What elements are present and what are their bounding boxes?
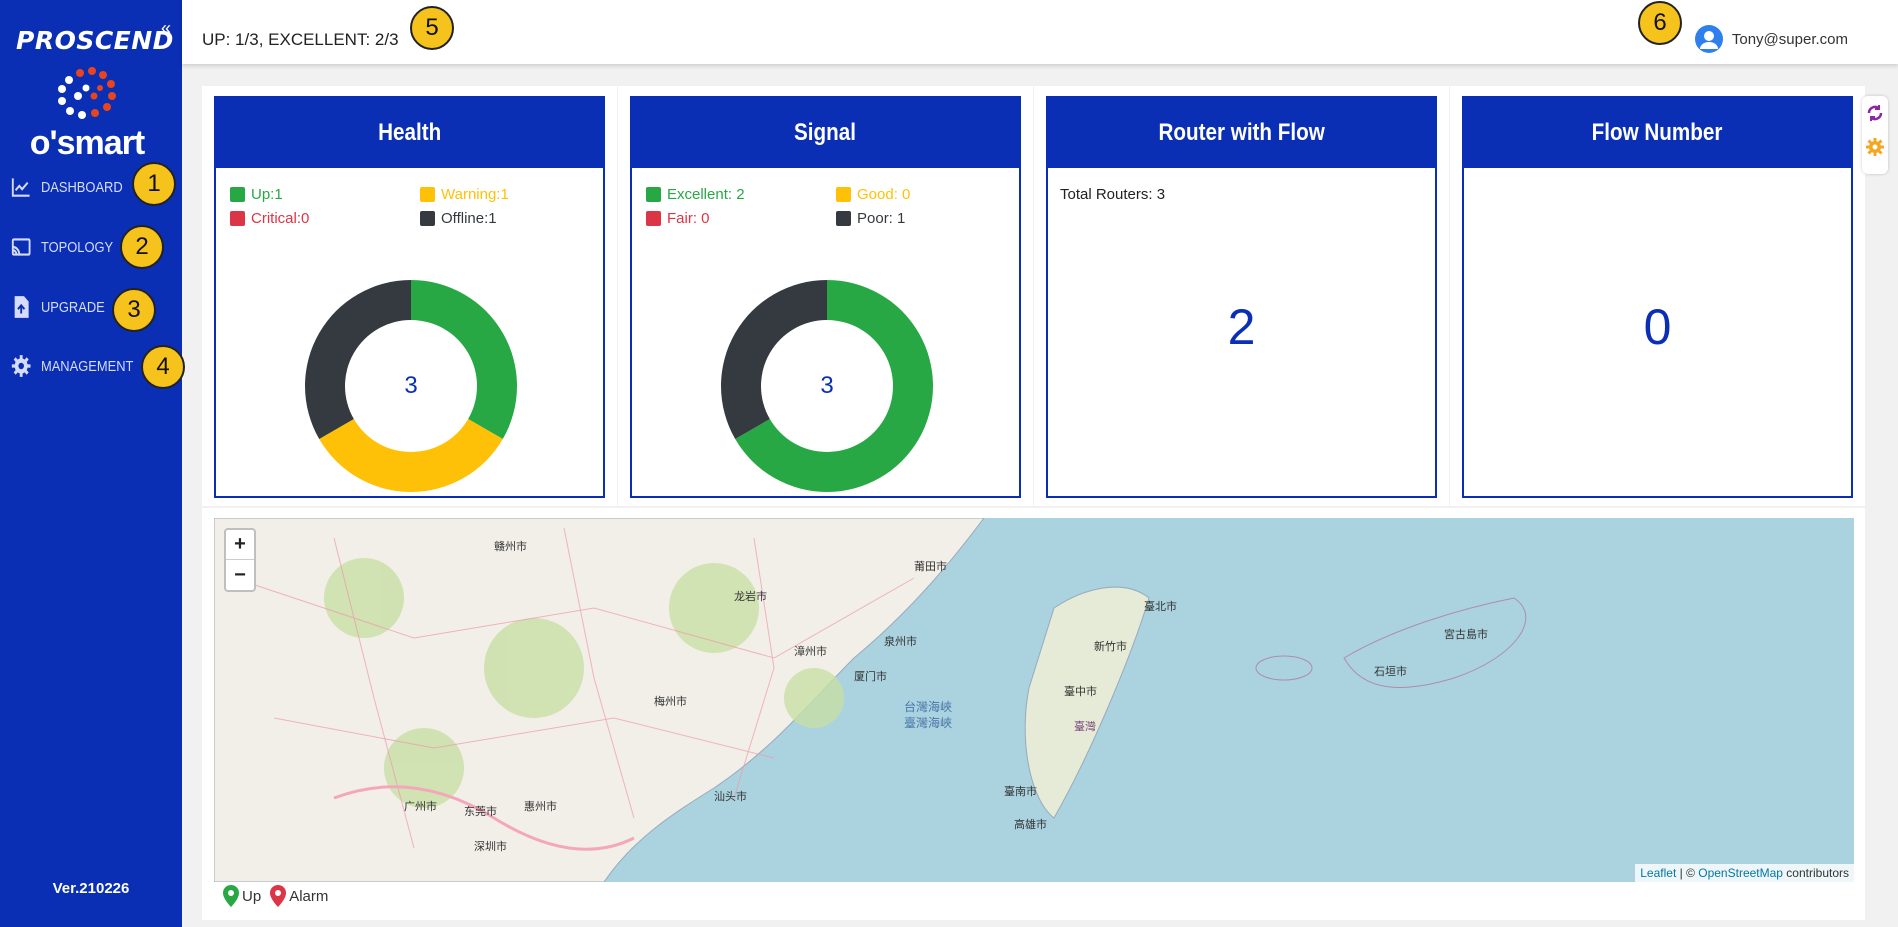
side-toolbar [1862,96,1888,174]
collapse-sidebar-icon[interactable]: « [161,18,171,39]
legend-alarm: Alarm [269,884,328,908]
map-label: 台灣海峽 [904,700,953,714]
red-pin-icon [270,885,287,907]
cast-icon [11,238,31,256]
gear-icon [11,355,31,377]
zoom-control: + − [224,528,256,592]
user-avatar-icon [1694,25,1723,53]
map-label: 惠州市 [524,801,557,813]
map-label: 臺北市 [1144,601,1177,613]
legend-item[interactable]: Up:1 [230,186,283,203]
sidebar-item-label: DASHBOARD [40,178,123,196]
sidebar-item-topology[interactable]: TOPOLOGY [10,227,113,267]
map-label: 臺灣 [1074,721,1096,733]
map-label: 高雄市 [1014,819,1047,831]
map-label: 深圳市 [474,841,507,853]
annotation-badge-1: 1 [132,162,176,206]
version-label: Ver.210226 [52,880,130,897]
legend-item[interactable]: Excellent: 2 [646,186,745,203]
status-summary: UP: 1/3, EXCELLENT: 2/3 [202,30,399,49]
card-title: Signal [632,98,1019,168]
sidebar-item-label: UPGRADE [40,298,105,316]
map-legend: Up Alarm [222,884,336,908]
map-label: 宮古島市 [1444,629,1488,641]
osmart-logo: o'smart [22,66,152,162]
donut-center-label: 3 [820,372,834,399]
sidebar: PROSCEND « o'smart DASHBOARD TOPOLOGY UP… [0,0,182,927]
legend-item[interactable]: Offline:1 [420,210,497,227]
legend-item[interactable]: Good: 0 [836,186,910,203]
map-label: 臺中市 [1064,686,1097,698]
sidebar-item-upgrade[interactable]: UPGRADE [10,287,105,327]
map-label: 龙岩市 [734,591,767,603]
signal-donut-chart: 3 [719,278,935,494]
map-label: 漳州市 [794,646,827,658]
sidebar-item-management[interactable]: MANAGEMENT [10,346,133,386]
legend-item[interactable]: Poor: 1 [836,210,905,227]
logo-text: o'smart [29,124,145,162]
leaflet-link[interactable]: Leaflet [1640,866,1676,880]
map-label: 广州市 [404,801,437,813]
map-label: 东莞市 [464,806,497,818]
annotation-badge-6: 6 [1638,1,1682,45]
total-routers-label: Total Routers: 3 [1060,186,1166,203]
map-label: 石垣市 [1374,666,1407,678]
map-label: 泉州市 [884,636,917,648]
legend-item[interactable]: Critical:0 [230,210,309,227]
map-label: 汕头市 [714,791,747,803]
map-label: 莆田市 [914,561,947,573]
donut-center-label: 3 [404,372,418,399]
signal-card: Signal Excellent: 2 Good: 0 Fair: 0 Poor… [618,86,1033,506]
health-card: Health Up:1 Warning:1 Critical:0 Offline… [202,86,617,506]
map-attribution: Leaflet | © OpenStreetMap contributors [1635,864,1854,882]
zoom-in-button[interactable]: + [226,530,254,560]
map-label: 新竹市 [1094,641,1127,653]
sidebar-item-dashboard[interactable]: DASHBOARD [10,167,123,207]
file-upload-icon [14,296,29,318]
annotation-badge-2: 2 [120,225,164,269]
summary-cards: Health Up:1 Warning:1 Critical:0 Offline… [202,86,1865,506]
refresh-icon[interactable] [1862,96,1888,130]
card-title: Router with Flow [1048,98,1435,168]
map-view[interactable]: 赣州市 龙岩市 漳州市 厦门市 泉州市 莆田市 广州市 东莞市 深圳市 惠州市 … [214,518,1854,882]
legend-up: Up [222,884,261,908]
annotation-badge-5: 5 [410,6,454,50]
sidebar-item-label: MANAGEMENT [40,357,134,375]
annotation-badge-4: 4 [141,345,185,389]
map-label: 臺南市 [1004,786,1037,798]
card-title: Flow Number [1464,98,1851,168]
annotation-badge-3: 3 [112,288,156,332]
legend-item[interactable]: Fair: 0 [646,210,710,227]
sidebar-item-label: TOPOLOGY [40,238,114,256]
user-email: Tony@super.com [1731,30,1848,48]
router-flow-value: 2 [1227,299,1256,355]
map-label: 臺灣海峽 [904,716,953,730]
settings-icon[interactable] [1862,130,1888,164]
zoom-out-button[interactable]: − [226,560,254,590]
health-donut-chart: 3 [303,278,519,494]
osm-link[interactable]: OpenStreetMap [1698,866,1783,880]
map-label: 厦门市 [854,671,887,683]
legend-item[interactable]: Warning:1 [420,186,509,203]
flow-number-card: Flow Number 0 [1450,86,1865,506]
card-title: Health [216,98,603,168]
map-label: 赣州市 [494,541,527,553]
flow-number-value: 0 [1643,299,1672,355]
router-flow-card: Router with Flow Total Routers: 3 2 [1034,86,1449,506]
map-panel: 赣州市 龙岩市 漳州市 厦门市 泉州市 莆田市 广州市 东莞市 深圳市 惠州市 … [202,508,1865,920]
brand-logo: PROSCEND [16,26,174,55]
user-menu[interactable]: Tony@super.com [1694,24,1848,54]
map-label: 梅州市 [654,696,687,708]
chart-line-icon [11,178,30,197]
green-pin-icon [223,885,239,907]
